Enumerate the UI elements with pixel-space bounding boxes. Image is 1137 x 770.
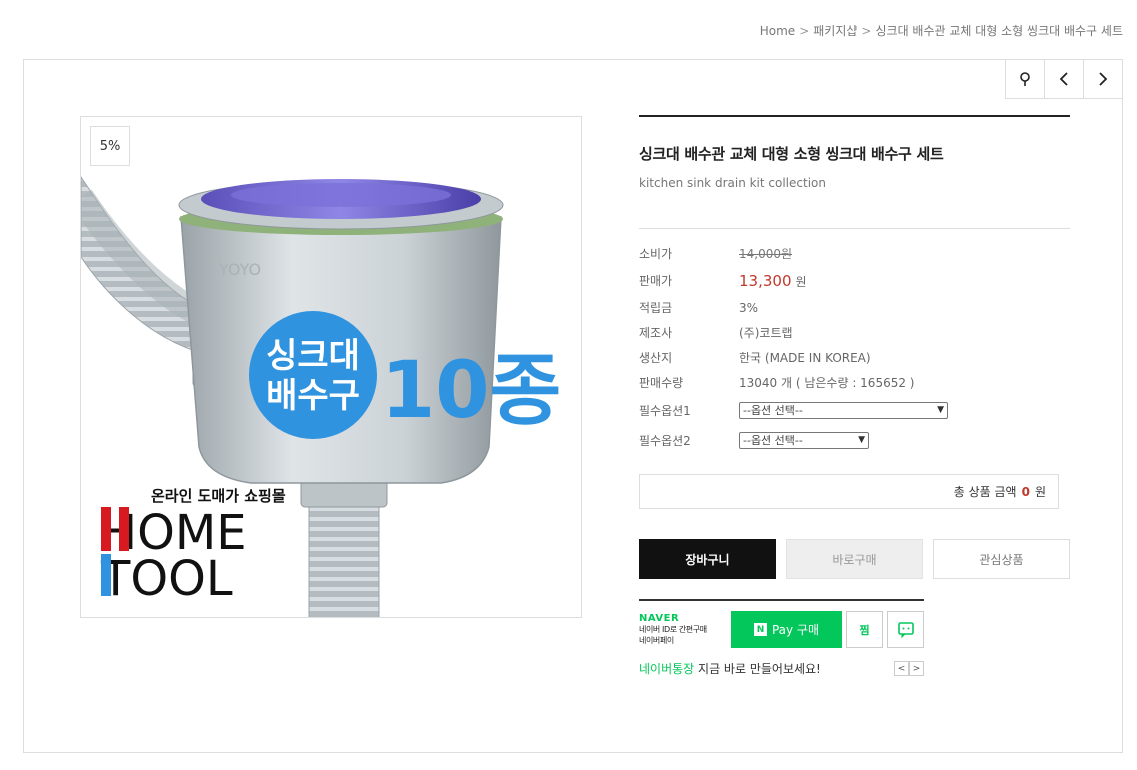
option2-select[interactable]: --옵션 선택-- ▼ <box>739 431 869 449</box>
sale-price-label: 판매가 <box>639 274 673 288</box>
chevron-down-icon: ▼ <box>937 405 944 415</box>
discount-badge: 5% <box>90 126 130 166</box>
product-nav-buttons <box>1005 60 1122 99</box>
total-value: 0 <box>1021 484 1030 499</box>
option1-label: 필수옵션1 <box>639 403 691 418</box>
naver-bank-nav: < > <box>894 661 924 676</box>
naver-desc-2: 네이버페이 <box>639 636 674 645</box>
breadcrumb-separator: > <box>861 24 872 38</box>
sale-price-amount: 13,300 <box>739 271 792 290</box>
spec-row-retail: 소비가 14,000원 <box>639 241 1070 266</box>
search-pin-icon <box>1020 72 1030 86</box>
naver-bank-row: 네이버통장 지금 바로 만들어보세요! < > <box>639 660 924 677</box>
points-label: 적립금 <box>639 301 673 315</box>
shop-tagline: 온라인 도매가 쇼핑몰 <box>151 487 286 505</box>
option2-selected: --옵션 선택-- <box>743 434 803 447</box>
naver-bank-label: 네이버통장 <box>639 662 695 676</box>
next-product-button[interactable] <box>1083 60 1122 99</box>
naver-pay-row: NAVER 네이버 ID로 간편구매 네이버페이 N Pay 구매 찜 <box>639 599 924 648</box>
breadcrumb-home[interactable]: Home <box>760 24 795 38</box>
option2-label: 필수옵션2 <box>639 433 691 448</box>
product-info: 싱크대 배수관 교체 대형 소형 씽크대 배수구 세트 kitchen sink… <box>639 115 1071 677</box>
origin-value: 한국 (MADE IN KOREA) <box>739 351 871 365</box>
talk-bubble-icon <box>897 621 914 638</box>
product-image[interactable]: 5% YOYO 싱크대 배수구 10종 온라인 도매가 쇼핑몰 HOME TOO… <box>80 116 582 618</box>
sale-price-value: 13,300 원 <box>739 272 807 290</box>
option1-select[interactable]: --옵션 선택-- ▼ <box>739 401 948 419</box>
naver-bank-promo: 지금 바로 만들어보세요! <box>698 662 821 676</box>
chevron-left-icon <box>1059 72 1068 86</box>
action-buttons: 장바구니 바로구매 관심상품 <box>639 539 1071 579</box>
banner-text-2: 배수구 <box>266 376 360 416</box>
naver-bank-next-button[interactable]: > <box>909 661 924 676</box>
naver-desc-1: 네이버 ID로 간편구매 <box>639 625 707 634</box>
product-specs: 소비가 14,000원 판매가 13,300 원 적립금 3% 제조사 (주)코트… <box>639 241 1070 455</box>
chevron-down-icon: ▼ <box>858 435 865 445</box>
naver-n-icon: N <box>753 623 767 636</box>
naver-talk-button[interactable] <box>887 611 924 648</box>
breadcrumb-separator: > <box>799 24 810 38</box>
buy-now-button[interactable]: 바로구매 <box>785 539 923 579</box>
retail-price-label: 소비가 <box>639 247 673 261</box>
banner-text-1: 싱크대 <box>266 336 360 376</box>
total-price-box: 총 상품 금액 0 원 <box>639 474 1059 509</box>
sold-value: 13040 개 ( 남은수량 : 165652 ) <box>739 376 915 390</box>
product-title: 싱크대 배수관 교체 대형 소형 씽크대 배수구 세트 <box>639 145 944 163</box>
breadcrumb-category[interactable]: 패키지샵 <box>813 24 857 38</box>
product-subtitle: kitchen sink drain kit collection <box>639 176 826 190</box>
naver-bank-prev-button[interactable]: < <box>894 661 909 676</box>
search-button[interactable] <box>1005 60 1044 99</box>
chevron-right-icon <box>1099 72 1108 86</box>
product-brand-text: YOYO <box>218 260 261 279</box>
spec-row-sale: 판매가 13,300 원 <box>639 266 1070 295</box>
logo-line2: TOOL <box>100 551 233 607</box>
naver-zzim-button[interactable]: 찜 <box>846 611 883 648</box>
product-detail-frame: 5% YOYO 싱크대 배수구 10종 온라인 도매가 쇼핑몰 HOME TOO… <box>23 59 1123 753</box>
sold-label: 판매수량 <box>639 376 684 390</box>
spec-row-maker: 제조사 (주)코트랩 <box>639 320 1070 345</box>
naver-pay-label: Pay 구매 <box>771 623 820 637</box>
total-label: 총 상품 금액 <box>953 485 1017 499</box>
naver-bank-text[interactable]: 네이버통장 지금 바로 만들어보세요! <box>639 660 821 677</box>
sale-price-unit: 원 <box>795 274 807 289</box>
retail-price-value: 14,000원 <box>739 247 793 261</box>
points-value: 3% <box>739 300 759 315</box>
spec-row-option2: 필수옵션2 --옵션 선택-- ▼ <box>639 425 1070 455</box>
info-divider <box>639 228 1070 229</box>
banner-count: 10종 <box>381 346 561 436</box>
total-unit: 원 <box>1034 485 1046 499</box>
maker-label: 제조사 <box>639 326 673 340</box>
add-to-cart-button[interactable]: 장바구니 <box>639 539 776 579</box>
breadcrumb-current[interactable]: 싱크대 배수관 교체 대형 소형 씽크대 배수구 세트 <box>875 24 1123 38</box>
breadcrumb: Home > 패키지샵 > 싱크대 배수관 교체 대형 소형 씽크대 배수구 세트 <box>760 22 1123 39</box>
naver-pay-section: NAVER 네이버 ID로 간편구매 네이버페이 N Pay 구매 찜 네이버통… <box>639 599 924 677</box>
naver-logo: NAVER 네이버 ID로 간편구매 네이버페이 <box>639 613 727 646</box>
prev-product-button[interactable] <box>1044 60 1083 99</box>
wishlist-button[interactable]: 관심상품 <box>932 539 1071 579</box>
spec-row-origin: 생산지 한국 (MADE IN KOREA) <box>639 345 1070 370</box>
maker-value: (주)코트랩 <box>739 326 793 340</box>
spec-row-sold: 판매수량 13040 개 ( 남은수량 : 165652 ) <box>639 370 1070 395</box>
option1-selected: --옵션 선택-- <box>743 404 803 417</box>
origin-label: 생산지 <box>639 351 673 365</box>
naver-pay-button[interactable]: N Pay 구매 <box>731 611 842 648</box>
spec-row-option1: 필수옵션1 --옵션 선택-- ▼ <box>639 395 1070 425</box>
naver-brand: NAVER <box>639 613 680 624</box>
info-top-divider <box>639 115 1070 117</box>
product-photo: YOYO 싱크대 배수구 10종 온라인 도매가 쇼핑몰 HOME TOOL <box>81 176 561 617</box>
spec-row-points: 적립금 3% <box>639 295 1070 320</box>
